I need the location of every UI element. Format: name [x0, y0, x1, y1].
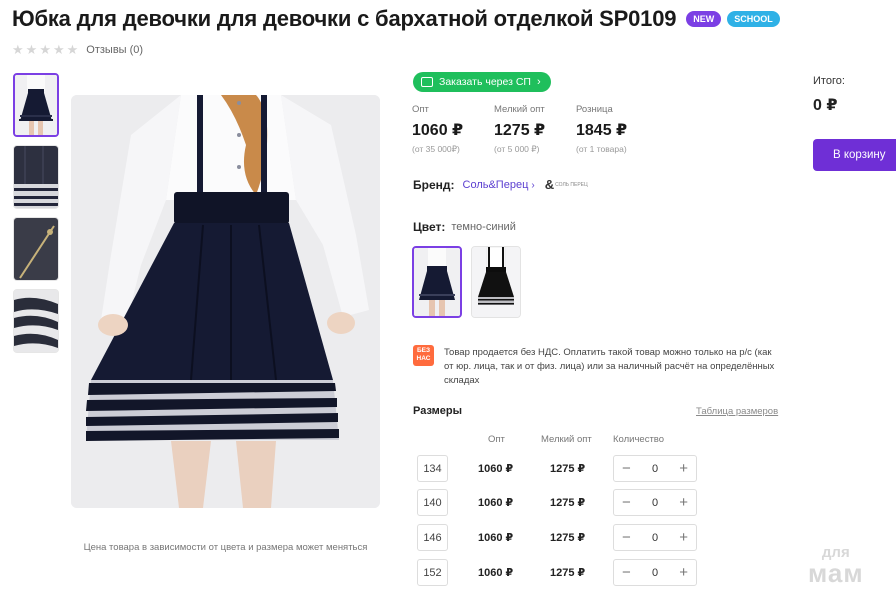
sizes-title: Размеры [413, 405, 463, 417]
thumbnail-1[interactable] [13, 73, 59, 137]
title-row: Юбка для девочки для девочки с бархатной… [12, 6, 780, 32]
brand-logo: & СОЛЬ ПЕРЕЦ [545, 177, 588, 192]
price-note: Цена товара в зависимости от цвета и раз… [83, 542, 368, 553]
order-via-sp-button[interactable]: Заказать через СП › [413, 72, 551, 92]
size-value: 140 [417, 489, 448, 516]
price-retail: Розница 1845 ₽ (от 1 товара) [576, 104, 656, 154]
price-value: 1060 ₽ [412, 122, 464, 139]
thumbnail-4[interactable] [13, 289, 59, 353]
brand-logo-text: СОЛЬ ПЕРЕЦ [555, 181, 588, 188]
quantity-value[interactable]: 0 [652, 463, 658, 475]
quantity-value[interactable]: 0 [652, 567, 658, 579]
price-condition: (от 1 товара) [576, 144, 627, 154]
price-value: 1845 ₽ [576, 122, 628, 139]
quantity-value[interactable]: 0 [652, 497, 658, 509]
color-label: Цвет: [413, 220, 446, 234]
col-header-quantity: Количество [613, 434, 665, 445]
plus-button[interactable]: + [679, 461, 688, 476]
no-vat-icon-text-1: БЕЗ [416, 347, 431, 354]
minus-button[interactable]: − [622, 530, 631, 545]
size-row: 152 1060 ₽ 1275 ₽ − 0 + [417, 559, 707, 587]
total-block: Итого: 0 ₽ [813, 75, 845, 115]
size-chart-link[interactable]: Таблица размеров [696, 406, 778, 417]
plus-button[interactable]: + [679, 530, 688, 545]
brand-name: Соль&Перец [462, 178, 529, 191]
star-icon[interactable]: ★ [26, 42, 38, 58]
price-small-wholesale: Мелкий опт 1275 ₽ (от 5 000 ₽) [494, 104, 574, 155]
size-row: 134 1060 ₽ 1275 ₽ − 0 + [417, 455, 707, 483]
size-row: 140 1060 ₽ 1275 ₽ − 0 + [417, 489, 707, 517]
watermark-logo: для мам [808, 545, 864, 586]
color-swatch-2[interactable] [471, 246, 521, 318]
vat-text: Товар продается без НДС. Оплатить такой … [444, 347, 775, 386]
price-label: Розница [576, 104, 613, 115]
star-icon[interactable]: ★ [39, 42, 51, 58]
size-small-opt-price: 1275 ₽ [550, 567, 586, 579]
school-badge: SCHOOL [727, 11, 780, 27]
size-opt-price: 1060 ₽ [478, 532, 514, 544]
quantity-stepper: − 0 + [613, 524, 697, 551]
brand-link[interactable]: Соль&Перец › [463, 179, 535, 191]
price-condition: (от 5 000 ₽) [494, 144, 540, 154]
brand-row: Бренд: Соль&Перец › & СОЛЬ ПЕРЕЦ [413, 177, 588, 192]
thumbnail-2[interactable] [13, 145, 59, 209]
size-opt-price: 1060 ₽ [478, 497, 514, 509]
price-condition: (от 35 000₽) [412, 144, 460, 154]
reviews-link[interactable]: Отзывы (0) [86, 44, 143, 56]
size-value: 152 [417, 559, 448, 586]
price-value: 1275 ₽ [494, 122, 546, 139]
size-small-opt-price: 1275 ₽ [550, 497, 586, 509]
price-label: Опт [412, 104, 429, 115]
quantity-value[interactable]: 0 [652, 532, 658, 544]
quantity-stepper: − 0 + [613, 489, 697, 516]
no-vat-icon: БЕЗ НАС [413, 345, 434, 366]
quantity-stepper: − 0 + [613, 455, 697, 482]
bag-icon [421, 77, 433, 87]
star-icon[interactable]: ★ [67, 42, 79, 58]
size-row: 146 1060 ₽ 1275 ₽ − 0 + [417, 524, 707, 552]
size-small-opt-price: 1275 ₽ [550, 463, 586, 475]
vat-notice: БЕЗ НАС Товар продается без НДС. Оплатит… [413, 345, 779, 388]
color-value: темно-синий [451, 221, 516, 233]
size-value: 146 [417, 524, 448, 551]
size-opt-price: 1060 ₽ [478, 567, 514, 579]
price-label: Мелкий опт [494, 104, 545, 115]
col-header-opt: Опт [488, 434, 505, 445]
price-wholesale: Опт 1060 ₽ (от 35 000₽) [412, 104, 492, 155]
color-row: Цвет: темно-синий [413, 220, 516, 234]
star-icon[interactable]: ★ [53, 42, 65, 58]
add-to-cart-button[interactable]: В корзину [813, 139, 896, 171]
chevron-right-icon: › [536, 76, 541, 88]
chevron-right-icon: › [531, 179, 535, 191]
no-vat-icon-text-2: НАС [416, 355, 431, 362]
main-product-photo[interactable] [71, 95, 380, 508]
minus-button[interactable]: − [622, 565, 631, 580]
plus-button[interactable]: + [679, 495, 688, 510]
size-small-opt-price: 1275 ₽ [550, 532, 586, 544]
ampersand-logo-icon: & [544, 177, 555, 192]
new-badge: NEW [686, 11, 722, 27]
product-title: Юбка для девочки для девочки с бархатной… [12, 6, 677, 31]
quantity-stepper: − 0 + [613, 559, 697, 586]
star-icon[interactable]: ★ [12, 42, 24, 58]
total-value: 0 ₽ [813, 97, 838, 114]
total-label: Итого: [813, 75, 845, 87]
size-value: 134 [417, 455, 448, 482]
watermark-line-2: мам [808, 558, 864, 588]
minus-button[interactable]: − [622, 461, 631, 476]
col-header-small-opt: Мелкий опт [541, 434, 592, 445]
plus-button[interactable]: + [679, 565, 688, 580]
order-via-sp-label: Заказать через СП [439, 76, 531, 88]
thumbnail-list [13, 73, 60, 361]
rating-row: ★ ★ ★ ★ ★ Отзывы (0) [12, 42, 143, 58]
color-swatch-1[interactable] [412, 246, 462, 318]
thumbnail-3[interactable] [13, 217, 59, 281]
brand-label: Бренд: [413, 177, 455, 192]
size-opt-price: 1060 ₽ [478, 463, 514, 475]
minus-button[interactable]: − [622, 495, 631, 510]
